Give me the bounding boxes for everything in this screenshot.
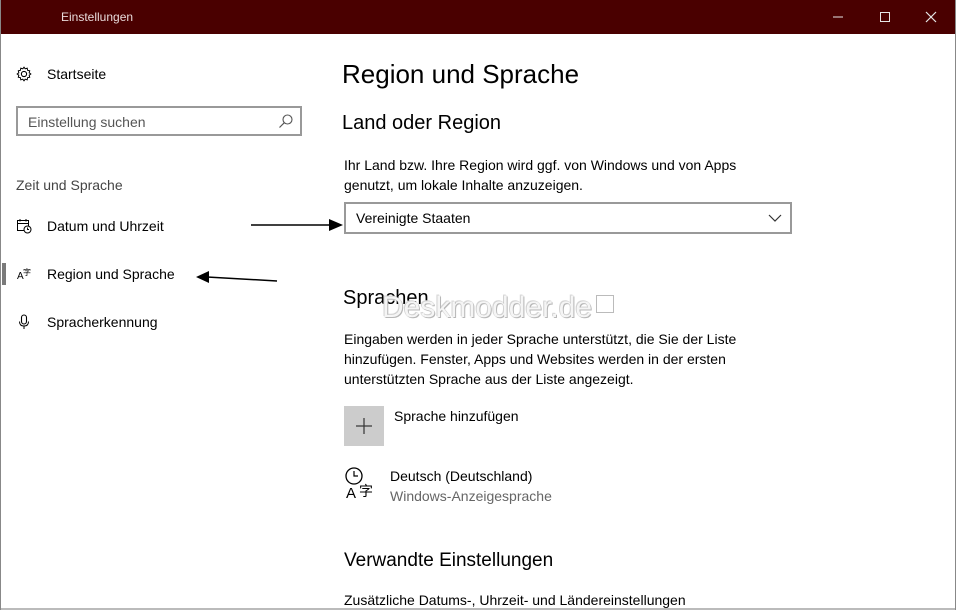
watermark: Deskmodder.de <box>382 291 615 325</box>
plus-icon <box>344 406 384 446</box>
language-subtitle: Windows-Anzeigesprache <box>390 488 552 504</box>
chevron-down-icon <box>768 214 782 222</box>
annotation-arrow-left <box>196 271 278 283</box>
region-language-icon: A 字 <box>15 265 33 283</box>
maximize-button[interactable] <box>862 0 908 34</box>
watermark-text: Deskmodder.de <box>382 291 593 324</box>
close-button[interactable] <box>908 0 954 34</box>
sidebar-item-label: Startseite <box>47 66 107 82</box>
language-icon: A 字 <box>344 466 380 502</box>
selection-indicator <box>2 263 6 285</box>
svg-text:A: A <box>346 485 356 502</box>
pen-icon <box>596 295 615 313</box>
region-description: Ihr Land bzw. Ihre Region wird ggf. von … <box>344 155 736 195</box>
page-title: Region und Sprache <box>342 59 580 89</box>
svg-text:字: 字 <box>359 484 373 500</box>
search-input[interactable] <box>26 112 270 132</box>
settings-window: Einstellungen Startseite Einstellung suc… <box>0 0 956 610</box>
close-icon <box>925 11 937 23</box>
add-language-button[interactable]: Sprache hinzufügen <box>344 406 644 446</box>
svg-text:字: 字 <box>23 267 31 277</box>
languages-description: Eingaben werden in jeder Sprache unterst… <box>344 329 736 389</box>
region-description-line: genutzt, um lokale Inhalte anzuzeigen. <box>344 177 583 193</box>
sidebar-item-label: Spracherkennung <box>47 314 158 330</box>
languages-description-line: hinzufügen. Fenster, Apps und Websites w… <box>344 351 726 367</box>
minimize-icon <box>833 16 843 18</box>
sidebar-item-label: Region und Sprache <box>47 266 175 282</box>
sidebar-item-spracherkennung[interactable]: Spracherkennung <box>1 308 321 336</box>
language-item[interactable]: A 字 Deutsch (Deutschland) Windows-Anzeig… <box>344 466 644 506</box>
languages-description-line: Eingaben werden in jeder Sprache unterst… <box>344 331 737 347</box>
region-dropdown-value: Vereinigte Staaten <box>356 210 471 226</box>
languages-description-line: unterstützten Sprache aus der Liste ange… <box>344 371 634 387</box>
gear-icon <box>15 65 33 83</box>
language-name: Deutsch (Deutschland) <box>390 468 533 484</box>
main-content: Region und Sprache Land oder Region Ihr … <box>342 34 942 610</box>
title-bar: Einstellungen <box>1 0 955 34</box>
microphone-icon <box>15 313 33 331</box>
region-description-line: Ihr Land bzw. Ihre Region wird ggf. von … <box>344 157 737 173</box>
window-title: Einstellungen <box>61 10 134 24</box>
calendar-clock-icon <box>15 217 33 235</box>
region-heading: Land oder Region <box>342 112 502 134</box>
search-box[interactable] <box>16 106 302 136</box>
search-icon[interactable] <box>278 113 294 129</box>
sidebar: Startseite Zeit und Sprache Da <box>1 34 331 610</box>
annotation-arrow-right <box>251 219 343 231</box>
related-link[interactable]: Zusätzliche Datums-, Uhrzeit- und Länder… <box>344 590 686 610</box>
maximize-icon <box>880 12 890 22</box>
add-language-label: Sprache hinzufügen <box>394 408 519 424</box>
minimize-button[interactable] <box>815 0 861 34</box>
sidebar-item-home[interactable]: Startseite <box>1 60 321 88</box>
group-label: Zeit und Sprache <box>16 177 123 193</box>
region-dropdown[interactable]: Vereinigte Staaten <box>344 202 792 234</box>
related-heading: Verwandte Einstellungen <box>344 550 554 571</box>
sidebar-item-label: Datum und Uhrzeit <box>47 218 164 234</box>
